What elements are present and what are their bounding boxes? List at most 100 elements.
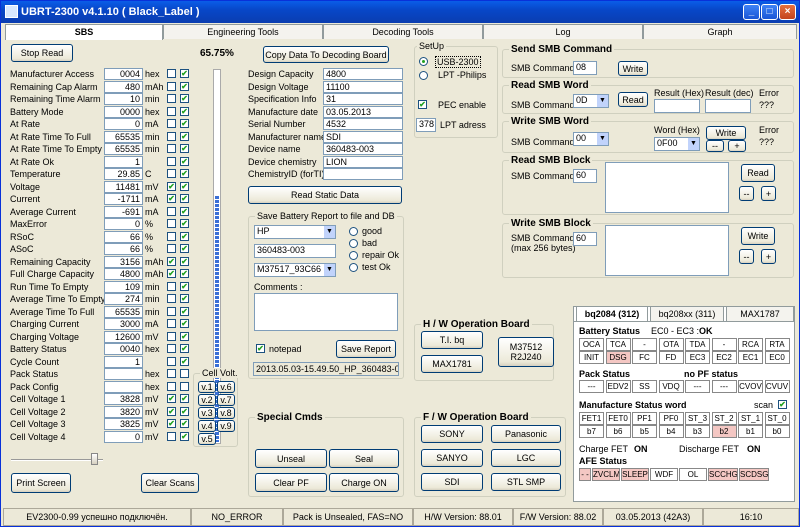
plot-checkbox[interactable] <box>167 294 176 303</box>
plot-checkbox[interactable] <box>167 144 176 153</box>
pec-checkbox[interactable]: ✔ <box>418 100 427 109</box>
chip-select[interactable]: M37517_93C66 ▼ <box>254 263 336 277</box>
lpt-address-field[interactable]: 378 <box>416 118 436 132</box>
read-static-data-button[interactable]: Read Static Data <box>248 186 402 204</box>
plot-checkbox[interactable] <box>167 169 176 178</box>
write-word-select[interactable]: 00 ▼ <box>573 132 609 146</box>
scan-checkbox[interactable]: ✔ <box>180 269 189 278</box>
scan-checkbox[interactable]: ✔ <box>180 356 189 366</box>
plot-checkbox[interactable] <box>167 119 176 128</box>
plot-checkbox[interactable] <box>167 131 176 141</box>
cell-volt-v9-button[interactable]: v.9 <box>217 420 235 432</box>
scan-checkbox[interactable] <box>180 381 189 391</box>
plot-checkbox[interactable] <box>167 106 176 116</box>
plot-checkbox[interactable] <box>167 431 176 441</box>
stop-read-button[interactable]: Stop Read <box>11 44 73 62</box>
plot-checkbox[interactable] <box>167 156 176 166</box>
sanyo-button[interactable]: SANYO <box>421 449 483 467</box>
write-block-button[interactable]: Write <box>741 227 775 245</box>
send-write-button[interactable]: Write <box>618 61 648 76</box>
scan-checkbox[interactable]: ✔ <box>180 244 189 253</box>
close-button[interactable]: × <box>779 4 796 20</box>
slider-track[interactable] <box>11 459 103 461</box>
radio-good[interactable] <box>349 227 358 236</box>
write-block-minus-button[interactable]: -- <box>739 249 754 264</box>
plot-checkbox[interactable] <box>167 219 176 228</box>
seal-button[interactable]: Seal <box>329 449 399 468</box>
scan-checkbox[interactable]: ✔ <box>180 181 189 191</box>
maximize-button[interactable]: □ <box>761 4 778 20</box>
read-block-button[interactable]: Read <box>741 164 775 182</box>
scan-checkbox[interactable]: ✔ <box>180 69 189 78</box>
comments-field[interactable] <box>254 293 398 331</box>
plot-checkbox[interactable]: ✔ <box>167 181 176 191</box>
read-word-button[interactable]: Read <box>618 92 648 107</box>
scan-checkbox[interactable]: ✔ <box>180 119 189 128</box>
lpt-radio[interactable] <box>419 71 428 80</box>
radio-bad[interactable] <box>349 239 358 248</box>
unseal-button[interactable]: Unseal <box>255 449 327 468</box>
plot-checkbox[interactable] <box>167 206 176 216</box>
scan-checkbox[interactable]: ✔ <box>180 81 189 91</box>
cell-volt-v8-button[interactable]: v.8 <box>217 407 235 419</box>
plot-checkbox[interactable] <box>167 331 176 341</box>
scan-checkbox[interactable]: ✔ <box>778 400 787 409</box>
plot-checkbox[interactable] <box>167 69 176 78</box>
radio-test-ok[interactable] <box>349 263 358 272</box>
maker-select[interactable]: HP ▼ <box>254 225 336 239</box>
plot-checkbox[interactable] <box>167 306 176 316</box>
save-report-button[interactable]: Save Report <box>336 340 396 358</box>
cell-volt-v3-button[interactable]: v.3 <box>198 407 216 419</box>
scan-checkbox[interactable]: ✔ <box>180 419 189 428</box>
scan-checkbox[interactable]: ✔ <box>180 256 189 266</box>
tab-log[interactable]: Log <box>483 24 643 39</box>
scan-checkbox[interactable]: ✔ <box>180 206 189 216</box>
scan-checkbox[interactable]: ✔ <box>180 431 189 441</box>
tab-graph[interactable]: Graph <box>643 24 797 39</box>
write-word-button[interactable]: Write <box>706 126 746 140</box>
scan-checkbox[interactable]: ✔ <box>180 231 189 241</box>
plot-checkbox[interactable] <box>167 369 176 378</box>
charge-on-button[interactable]: Charge ON <box>329 473 399 492</box>
plot-checkbox[interactable] <box>167 356 176 366</box>
scan-checkbox[interactable]: ✔ <box>180 156 189 166</box>
plot-checkbox[interactable]: ✔ <box>167 406 176 416</box>
scan-checkbox[interactable]: ✔ <box>180 344 189 353</box>
ti-bq-button[interactable]: T.I. bq <box>421 331 483 349</box>
m37512-button[interactable]: M37512 R2J240 <box>498 337 554 367</box>
scan-checkbox[interactable] <box>180 369 189 378</box>
scan-checkbox[interactable]: ✔ <box>180 194 189 203</box>
plot-checkbox[interactable] <box>167 344 176 353</box>
clear-scans-button[interactable]: Clear Scans <box>141 473 199 493</box>
notepad-checkbox[interactable]: ✔ <box>256 344 265 353</box>
word-plus-button[interactable]: + <box>728 140 746 152</box>
scan-checkbox[interactable]: ✔ <box>180 319 189 328</box>
plot-checkbox[interactable]: ✔ <box>167 394 176 403</box>
scan-checkbox[interactable]: ✔ <box>180 281 189 291</box>
cell-volt-v5-button[interactable]: v.5 <box>198 433 216 445</box>
copy-to-decoding-button[interactable]: Copy Data To Decoding Board <box>263 46 389 63</box>
write-block-cmd-field[interactable]: 60 <box>573 232 597 246</box>
word-minus-button[interactable]: -- <box>706 140 724 152</box>
scan-checkbox[interactable]: ✔ <box>180 306 189 316</box>
scan-checkbox[interactable]: ✔ <box>180 394 189 403</box>
plot-checkbox[interactable] <box>167 381 176 391</box>
scan-checkbox[interactable]: ✔ <box>180 94 189 103</box>
scan-checkbox[interactable]: ✔ <box>180 294 189 303</box>
max1781-button[interactable]: MAX1781 <box>421 355 483 373</box>
sony-button[interactable]: SONY <box>421 425 483 443</box>
scan-checkbox[interactable]: ✔ <box>180 331 189 341</box>
print-screen-button[interactable]: Print Screen <box>11 473 71 493</box>
scan-checkbox[interactable]: ✔ <box>180 106 189 116</box>
scan-checkbox[interactable]: ✔ <box>180 131 189 141</box>
usb-radio[interactable] <box>419 57 428 66</box>
read-block-minus-button[interactable]: -- <box>739 186 754 201</box>
tab-max1787[interactable]: MAX1787 <box>726 306 794 321</box>
write-block-plus-button[interactable]: + <box>761 249 776 264</box>
send-cmd-field[interactable]: 08 <box>573 61 597 75</box>
scan-checkbox[interactable]: ✔ <box>180 219 189 228</box>
read-block-plus-button[interactable]: + <box>761 186 776 201</box>
stl-smp-button[interactable]: STL SMP <box>491 473 561 491</box>
tab-bq208xx[interactable]: bq208xx (311) <box>650 306 724 321</box>
plot-checkbox[interactable]: ✔ <box>167 419 176 428</box>
